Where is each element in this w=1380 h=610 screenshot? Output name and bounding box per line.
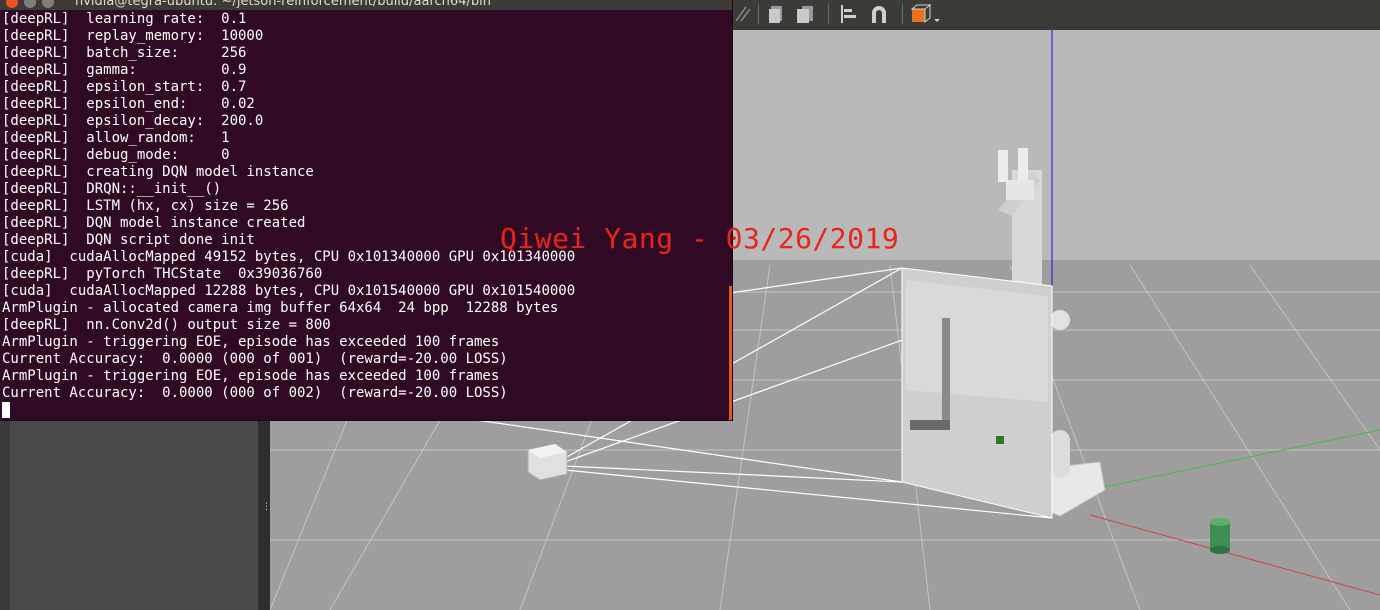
magnet-icon[interactable]: [868, 3, 890, 25]
terminal-line: [deepRL] batch_size: 256: [2, 45, 247, 61]
align-icon[interactable]: [838, 3, 860, 25]
copy-icon[interactable]: [766, 3, 788, 25]
terminal-line: Current Accuracy: 0.0000 (000 of 001) (r…: [2, 351, 508, 367]
terminal-line: [deepRL] replay_memory: 10000: [2, 28, 264, 44]
terminal-line: [deepRL] pyTorch THCState 0x39036760: [2, 266, 323, 282]
box-view-icon[interactable]: [910, 3, 932, 25]
terminal-line: [deepRL] creating DQN model instance: [2, 164, 314, 180]
terminal-line: [deepRL] epsilon_end: 0.02: [2, 96, 255, 112]
terminal-titlebar[interactable]: nvidia@tegra-ubuntu: ~/jetson-reinforcem…: [0, 0, 732, 10]
minimize-icon[interactable]: [24, 0, 36, 8]
splitter-grip-icon[interactable]: ⋮: [262, 503, 271, 517]
gazebo-toolbar: [730, 0, 1380, 30]
terminal-window[interactable]: nvidia@tegra-ubuntu: ~/jetson-reinforcem…: [0, 0, 732, 420]
terminal-line: ArmPlugin - triggering EOE, episode has …: [2, 368, 500, 384]
maximize-icon[interactable]: [42, 0, 54, 8]
terminal-line: [deepRL] epsilon_start: 0.7: [2, 79, 247, 95]
camera-box: [527, 443, 568, 481]
chevron-down-icon[interactable]: [932, 3, 942, 25]
camera-image-plane: [901, 267, 1053, 519]
terminal-cursor: [2, 402, 10, 418]
terminal-title: nvidia@tegra-ubuntu: ~/jetson-reinforcem…: [75, 0, 491, 9]
terminal-line: [deepRL] nn.Conv2d() output size = 800: [2, 317, 331, 333]
terminal-line: [deepRL] DRQN::__init__(): [2, 181, 222, 197]
terminal-line: [deepRL] allow_random: 1: [2, 130, 230, 146]
terminal-line: [deepRL] learning rate: 0.1: [2, 11, 247, 27]
paste-icon[interactable]: [794, 3, 816, 25]
terminal-line: ArmPlugin - triggering EOE, episode has …: [2, 334, 500, 350]
toolbar-divider: [758, 4, 759, 24]
terminal-line: [cuda] cudaAllocMapped 12288 bytes, CPU …: [2, 283, 576, 299]
left-side-panel: [10, 420, 258, 610]
close-icon[interactable]: [6, 0, 18, 8]
terminal-scrollbar[interactable]: [729, 286, 732, 420]
terminal-line: [deepRL] LSTM (hx, cx) size = 256: [2, 198, 289, 214]
terminal-line: [deepRL] debug_mode: 0: [2, 147, 230, 163]
author-date-overlay: Qiwei Yang - 03/26/2019: [500, 222, 900, 255]
terminal-line: ArmPlugin - allocated camera img buffer …: [2, 300, 559, 316]
terminal-line: [deepRL] epsilon_decay: 200.0: [2, 113, 264, 129]
terminal-line: Current Accuracy: 0.0000 (000 of 002) (r…: [2, 385, 508, 401]
select-arrow-icon[interactable]: [732, 3, 754, 25]
terminal-line: [deepRL] gamma: 0.9: [2, 62, 247, 78]
toolbar-divider: [828, 4, 829, 24]
toolbar-divider: [902, 4, 903, 24]
target-cylinder: [1210, 518, 1230, 554]
terminal-output[interactable]: [deepRL] learning rate: 0.1 [deepRL] repl…: [2, 11, 728, 416]
